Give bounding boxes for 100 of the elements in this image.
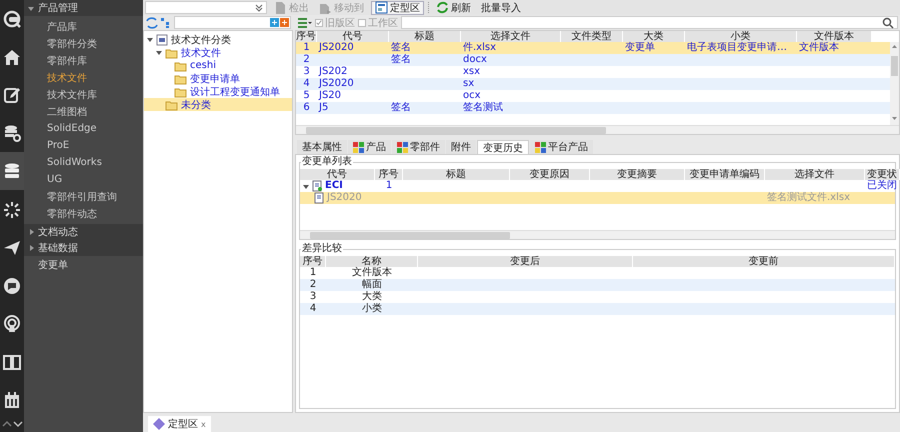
table-cell-text: 3 bbox=[302, 66, 311, 78]
section-title: 变更单列表 bbox=[301, 156, 353, 167]
database-icon[interactable] bbox=[3, 162, 21, 180]
table-cell-text: 4 bbox=[302, 78, 311, 90]
toolbar-button[interactable]: 定型区 bbox=[371, 0, 424, 14]
folder-icon bbox=[174, 72, 187, 84]
table-cell: JS2020 bbox=[327, 192, 362, 204]
database-gear-icon[interactable] bbox=[3, 124, 21, 142]
paper-plane-icon[interactable] bbox=[3, 238, 21, 257]
toolbar-button[interactable]: 批量导入 bbox=[478, 0, 524, 14]
table-cell-text: 1 bbox=[302, 42, 311, 54]
table-cell-text: 2 bbox=[308, 279, 318, 291]
nav-item[interactable]: 技术文件 bbox=[24, 69, 143, 86]
table-cell-text: 3 bbox=[308, 291, 318, 303]
color-grid-icon bbox=[535, 142, 546, 152]
diamond-icon bbox=[153, 418, 165, 430]
nav-item[interactable]: 产品库 bbox=[24, 18, 143, 35]
broadcast-icon[interactable] bbox=[3, 314, 21, 333]
nav-item[interactable]: UG bbox=[24, 171, 143, 188]
scroll-arrows-icon[interactable] bbox=[2, 419, 22, 428]
catalog-icon bbox=[156, 34, 168, 46]
table-cell-text: JS2020 bbox=[318, 42, 355, 54]
tab[interactable]: 产品 bbox=[348, 140, 391, 154]
table-cell-text: docx bbox=[462, 54, 488, 66]
check-icon bbox=[316, 19, 322, 26]
vertical-scrollbar[interactable] bbox=[890, 42, 899, 125]
nav-item[interactable]: 二维图档 bbox=[24, 103, 143, 120]
nav-item[interactable]: 变更单 bbox=[24, 256, 143, 273]
nav-item[interactable]: SolidWorks bbox=[24, 154, 143, 171]
document-icon bbox=[314, 192, 325, 204]
search-field[interactable] bbox=[401, 16, 898, 29]
nav-item[interactable]: 零部件分类 bbox=[24, 35, 143, 52]
tree-item[interactable]: 设计工程变更通知单 bbox=[144, 85, 292, 98]
edit-icon[interactable] bbox=[3, 86, 21, 104]
table-cell-text: 签名 bbox=[390, 42, 412, 54]
toolbar-button[interactable]: 刷新 bbox=[433, 0, 474, 14]
tree-icon[interactable] bbox=[160, 16, 172, 29]
chat-icon[interactable] bbox=[3, 276, 21, 295]
nav-group[interactable]: 文档动态 bbox=[24, 224, 143, 240]
table-cell-text: 签名 bbox=[390, 102, 412, 114]
folder-icon bbox=[174, 60, 187, 72]
tab[interactable]: 附件 bbox=[446, 140, 476, 154]
chevron-icon bbox=[255, 4, 263, 12]
column-header: 代号 bbox=[300, 169, 375, 180]
tree-item[interactable]: 未分类 bbox=[144, 98, 292, 111]
expand-icon[interactable] bbox=[270, 18, 279, 27]
calendar-icon[interactable] bbox=[3, 390, 21, 409]
table-cell-text: 1 bbox=[308, 267, 318, 279]
folder-icon bbox=[165, 46, 178, 58]
sync-icon[interactable] bbox=[145, 16, 158, 29]
search-field[interactable] bbox=[174, 16, 291, 29]
table-cell-text: sx bbox=[462, 78, 476, 90]
table-cell-text: 大类 bbox=[361, 291, 383, 303]
tree-item[interactable]: ceshi bbox=[144, 59, 292, 72]
nav-item[interactable]: SolidEdge bbox=[24, 120, 143, 137]
tab[interactable]: 变更历史 bbox=[477, 140, 529, 154]
close-button[interactable]: ⅹ bbox=[201, 420, 206, 428]
horizontal-scrollbar[interactable] bbox=[300, 230, 895, 239]
nav-item[interactable]: 零部件引用查询 bbox=[24, 188, 143, 205]
table-cell-text: 幅面 bbox=[361, 279, 383, 291]
nav-item[interactable]: 零部件库 bbox=[24, 52, 143, 69]
tab[interactable]: 定型区 ⅹ bbox=[148, 416, 211, 432]
color-grid-icon bbox=[353, 142, 364, 152]
table-cell-text: 签名 bbox=[390, 54, 412, 66]
spinner-icon[interactable] bbox=[3, 200, 21, 219]
tree-item[interactable]: 变更申请单 bbox=[144, 72, 292, 85]
nav-group[interactable]: 基础数据 bbox=[24, 240, 143, 256]
nav-item[interactable]: 技术文件库 bbox=[24, 86, 143, 103]
table-cell-text: 1 bbox=[384, 180, 394, 192]
table-cell-text: 小类 bbox=[361, 303, 383, 315]
table-cell-text: 2 bbox=[302, 54, 311, 66]
table-cell-text: 5 bbox=[302, 90, 311, 102]
column-header: 标题 bbox=[403, 169, 510, 180]
dropdown-field[interactable] bbox=[145, 1, 267, 14]
logo-icon[interactable] bbox=[3, 10, 21, 28]
table-cell-text: JS2020 bbox=[318, 78, 355, 90]
home-icon[interactable] bbox=[3, 48, 21, 66]
column-header: 大类 bbox=[623, 31, 685, 42]
nav-item[interactable]: ProE bbox=[24, 137, 143, 154]
tab[interactable]: 零部件 bbox=[392, 140, 445, 154]
table-cell-text: 件.xlsx bbox=[462, 42, 498, 54]
nav-group[interactable]: 产品管理 bbox=[24, 0, 143, 16]
nav-item[interactable]: 零部件动态 bbox=[24, 205, 143, 222]
tree-item[interactable]: 技术文件分类 bbox=[144, 33, 292, 46]
tab[interactable]: 平台产品 bbox=[530, 140, 593, 154]
column-header: 小类 bbox=[685, 31, 797, 42]
tab[interactable]: 基本属性 bbox=[297, 140, 347, 154]
document-icon bbox=[312, 180, 323, 192]
table-cell-text: xsx bbox=[462, 66, 482, 78]
book-icon[interactable] bbox=[3, 352, 21, 371]
window-icon bbox=[375, 0, 388, 14]
collapse-icon[interactable] bbox=[280, 18, 289, 27]
search-icon[interactable] bbox=[882, 16, 894, 28]
column-menu-icon[interactable] bbox=[297, 16, 312, 28]
table-cell-text: J5 bbox=[318, 102, 330, 114]
table-cell-text: JS20 bbox=[318, 90, 342, 102]
table-cell-text: 6 bbox=[302, 102, 311, 114]
column-header: 标题 bbox=[389, 31, 461, 42]
tree-item[interactable]: 技术文件 bbox=[144, 46, 292, 59]
table-cell-text: ocx bbox=[462, 90, 482, 102]
